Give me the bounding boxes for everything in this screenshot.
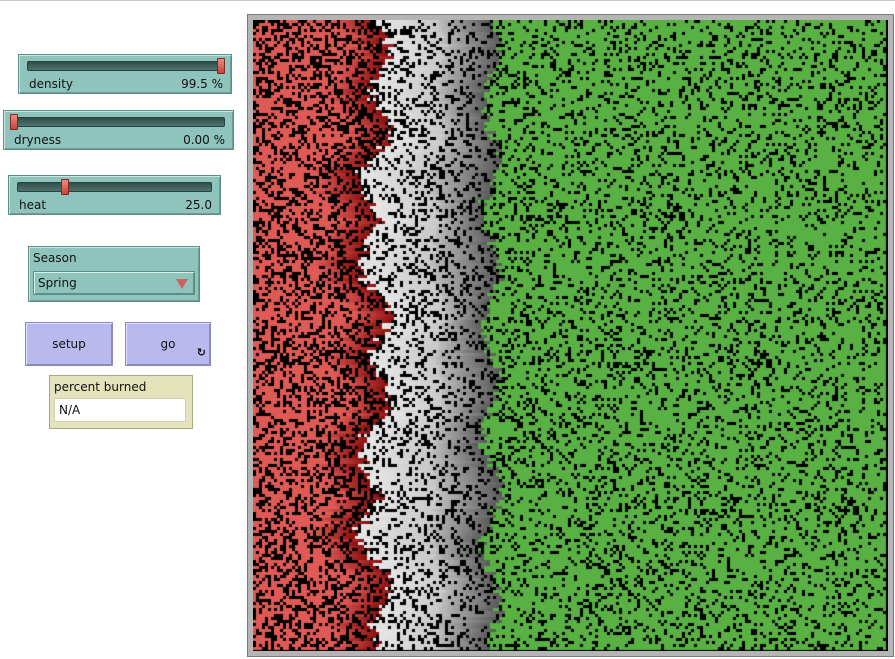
percent-burned-monitor: percent burned N/A (49, 375, 193, 429)
slider-thumb[interactable] (10, 114, 18, 130)
selected-value: Spring (38, 276, 77, 290)
heat-slider[interactable]: heat 25.0 (8, 175, 221, 215)
window-top-border (0, 0, 895, 1)
slider-value: 25.0 (185, 198, 212, 212)
slider-track[interactable] (27, 61, 223, 71)
world-canvas[interactable] (253, 20, 888, 651)
season-chooser[interactable]: Season Spring (28, 246, 200, 302)
slider-track[interactable] (12, 117, 225, 127)
monitor-label: percent burned (54, 380, 147, 394)
go-button[interactable]: go ↻ (125, 322, 211, 366)
slider-value: 0.00 % (183, 133, 225, 147)
world-view[interactable] (247, 14, 894, 657)
slider-label: density (29, 77, 73, 91)
monitor-value: N/A (54, 398, 186, 422)
slider-value: 99.5 % (181, 77, 223, 91)
dryness-slider[interactable]: dryness 0.00 % (3, 110, 234, 150)
setup-label: setup (52, 337, 86, 351)
season-select[interactable]: Spring (33, 271, 195, 295)
slider-label: heat (19, 198, 47, 212)
slider-track[interactable] (17, 182, 212, 192)
setup-button[interactable]: setup (25, 322, 113, 366)
density-slider[interactable]: density 99.5 % (18, 54, 232, 94)
forever-icon: ↻ (196, 346, 206, 359)
slider-label: dryness (14, 133, 62, 147)
chooser-label: Season (33, 251, 77, 265)
dropdown-arrow-icon[interactable] (176, 279, 188, 289)
slider-thumb[interactable] (217, 58, 225, 74)
go-label: go (160, 337, 176, 351)
slider-thumb[interactable] (61, 179, 69, 195)
